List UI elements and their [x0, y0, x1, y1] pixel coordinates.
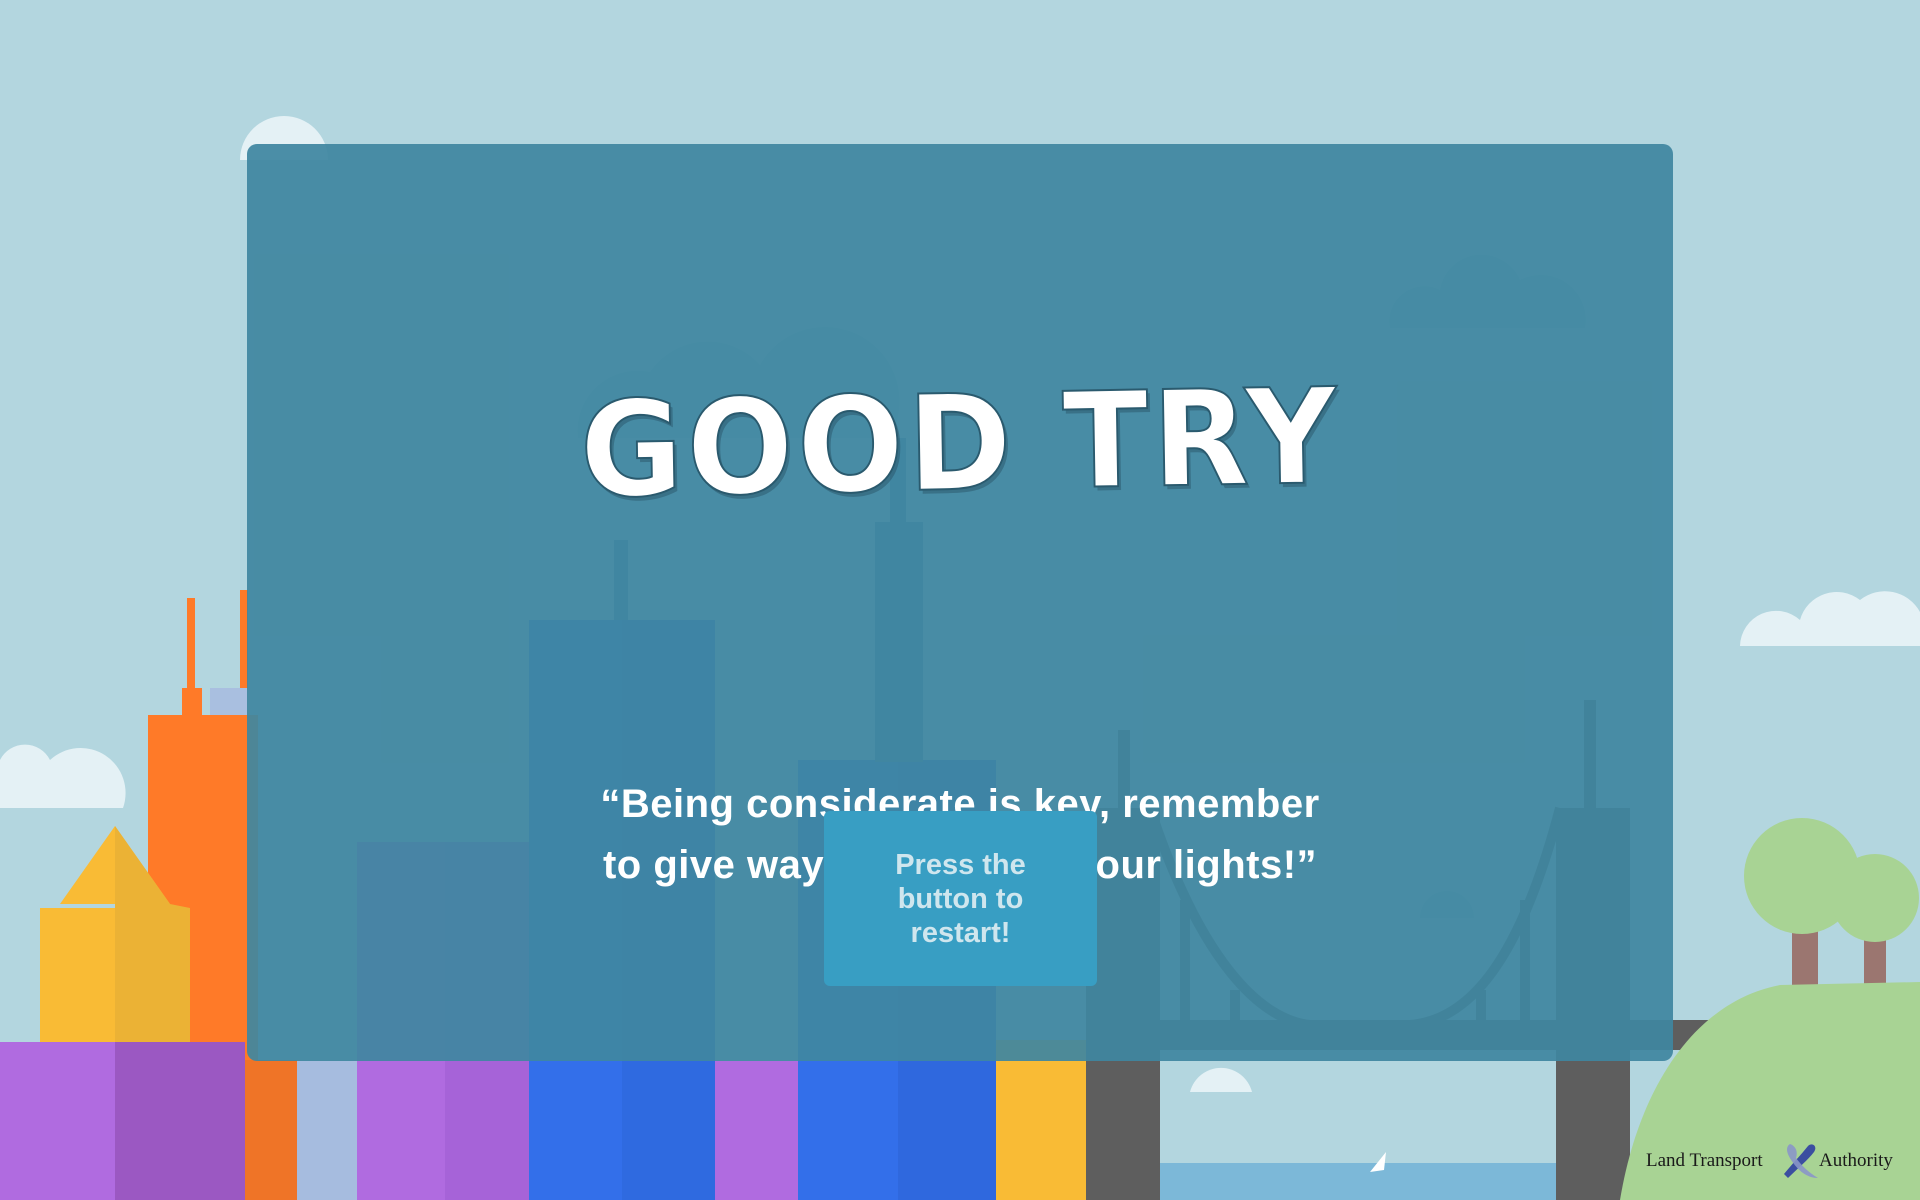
restart-label-line-2: button to — [897, 882, 1024, 915]
purple-building-shade — [115, 1042, 245, 1200]
lta-logo: Land Transport Authority — [1646, 1138, 1916, 1188]
lta-logo-left-text: Land Transport — [1646, 1150, 1763, 1171]
water — [1160, 1163, 1556, 1200]
restart-label-line-1: Press the — [895, 848, 1026, 881]
lta-logo-right-text: Authority — [1819, 1150, 1893, 1171]
result-dialog: GOOD TRY “Being considerate is key, reme… — [247, 144, 1673, 1061]
restart-label-line-3: restart! — [910, 916, 1011, 949]
restart-button[interactable]: Press the button to restart! — [824, 811, 1097, 986]
restart-button-label: Press the button to restart! — [871, 848, 1051, 950]
result-title-text: GOOD TRY — [578, 359, 1343, 529]
lta-swoosh-icon — [1784, 1144, 1818, 1178]
result-title: GOOD TRY — [247, 359, 1673, 529]
